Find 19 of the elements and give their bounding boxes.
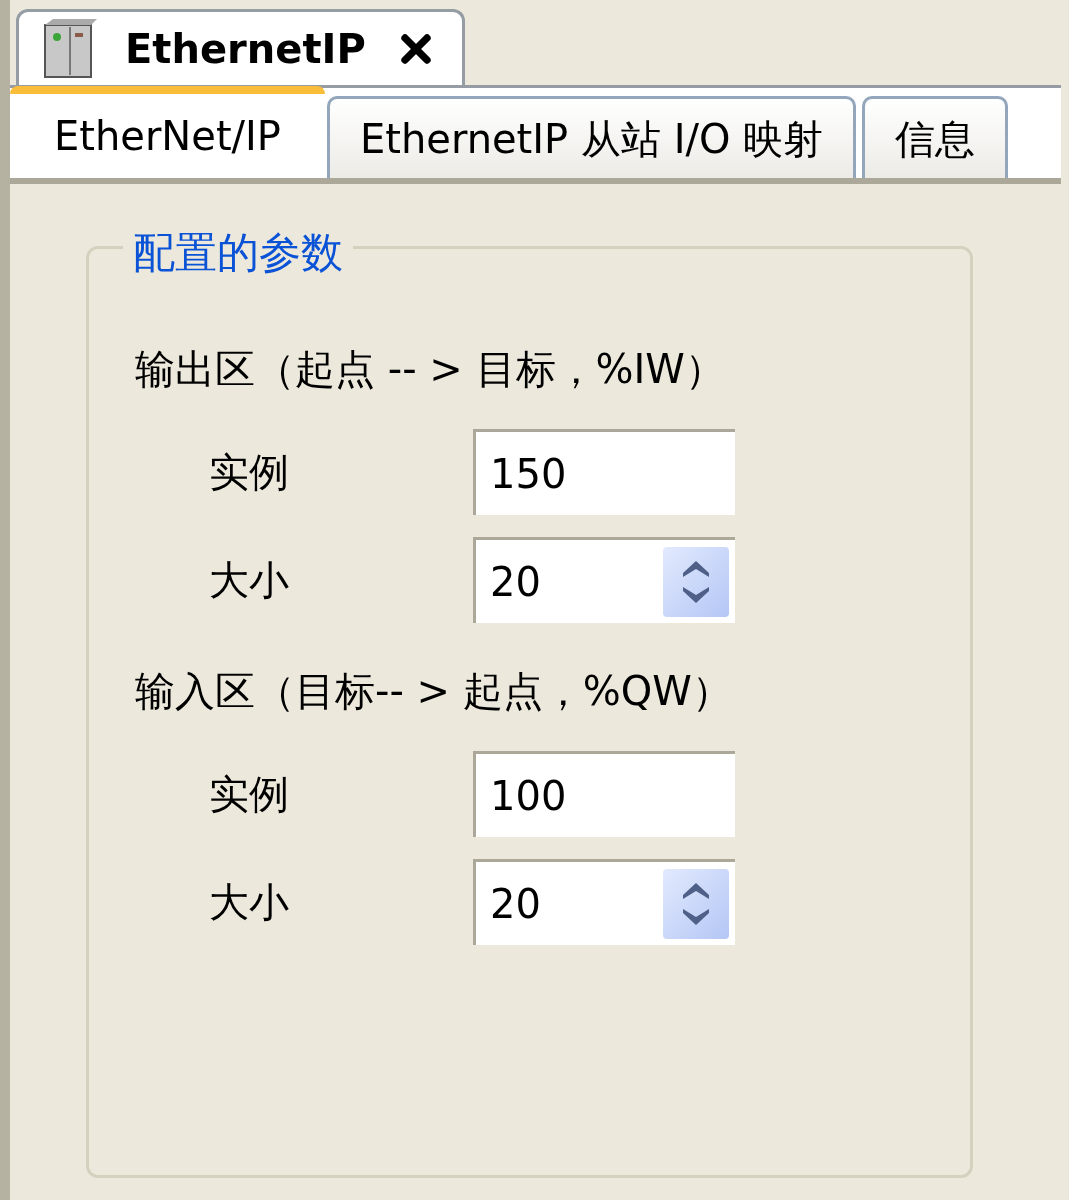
- tab[interactable]: EthernetIP 从站 I/O 映射: [327, 96, 857, 178]
- field-label: 大小: [209, 878, 290, 927]
- input-field[interactable]: 150: [473, 429, 735, 515]
- field-label: 大小: [209, 556, 290, 605]
- spin-box-value: 20: [489, 557, 542, 607]
- spin-box-value: 20: [489, 879, 542, 929]
- spin-arrows-icon[interactable]: [663, 546, 729, 617]
- field-label: 实例: [209, 448, 290, 497]
- input-field[interactable]: 100: [473, 751, 735, 837]
- device-icon: [43, 18, 97, 79]
- field-label: 实例: [209, 770, 290, 819]
- tab[interactable]: 信息: [862, 96, 1009, 178]
- section-heading: 输入区（目标-- > 起点，%QW）: [135, 667, 733, 716]
- document-tab[interactable]: EthernetIP: [16, 9, 465, 85]
- spin-box[interactable]: 20: [473, 537, 735, 623]
- spin-box[interactable]: 20: [473, 859, 735, 945]
- spin-arrows-icon[interactable]: [663, 868, 729, 939]
- document-tab-title: EthernetIP: [125, 24, 366, 74]
- section-heading: 输出区（起点 -- > 目标，%IW）: [135, 345, 726, 394]
